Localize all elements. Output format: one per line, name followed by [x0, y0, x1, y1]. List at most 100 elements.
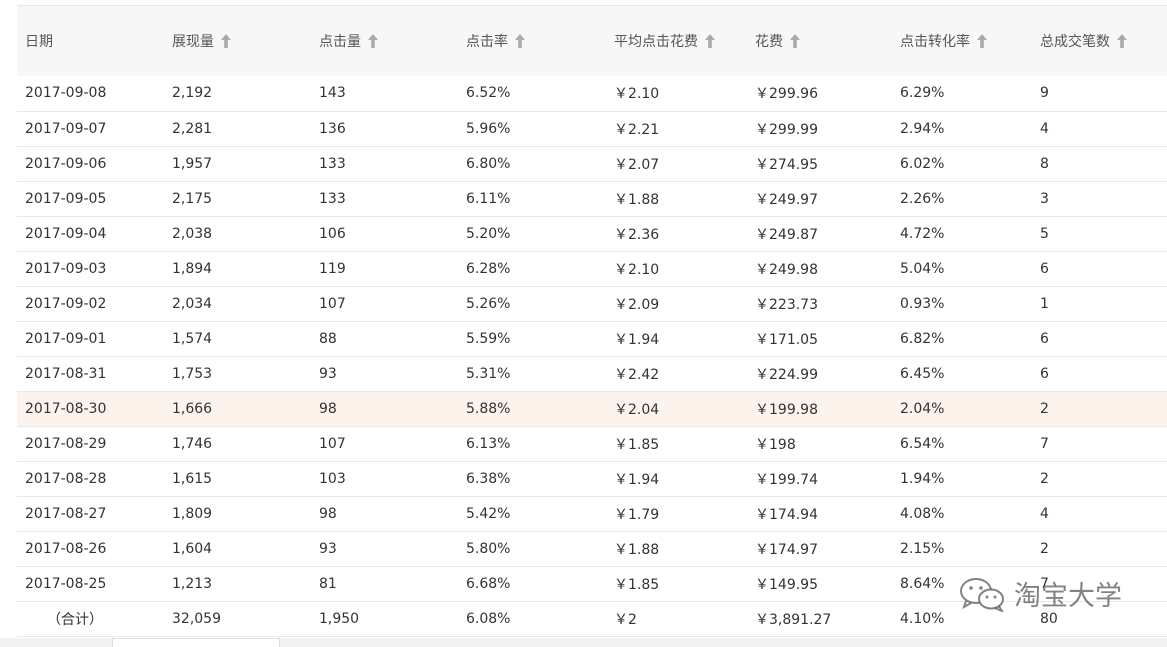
table-cell: 2017-09-06	[25, 155, 107, 172]
table-cell: 6.54%	[900, 435, 945, 452]
table-cell: 1,809	[172, 505, 213, 522]
total-cell: （合计）	[47, 611, 103, 628]
column-header-4[interactable]: 平均点击花费	[606, 6, 747, 76]
table-cell: 6.13%	[466, 435, 511, 452]
table-cell: ￥299.96	[755, 86, 818, 103]
sort-arrow-up-icon[interactable]	[221, 33, 231, 52]
table-cell: ￥299.99	[755, 121, 818, 138]
table-cell: ￥1.85	[614, 436, 660, 453]
table-cell: ￥2.07	[614, 156, 660, 173]
table-cell: ￥1.85	[614, 576, 660, 593]
table-cell: ￥249.97	[755, 191, 818, 208]
table-row: 2017-09-02 2,034 107 5.26% ￥2.09 ￥223.73 0.93%…	[17, 286, 1167, 321]
table-cell: 5.20%	[466, 225, 511, 242]
table-row: 2017-08-31 1,753 93 5.31% ￥2.42 ￥224.99 6.45% 6	[17, 356, 1167, 391]
table-cell: 5.80%	[466, 540, 511, 557]
table-row: 2017-08-28 1,615 103 6.38% ￥1.94 ￥199.74 1.94%…	[17, 461, 1167, 496]
table-cell: 5.96%	[466, 120, 511, 137]
table-cell: 88	[319, 330, 337, 347]
bottom-input-box[interactable]	[112, 638, 280, 647]
column-header-2[interactable]: 点击量	[311, 6, 458, 76]
table-row: 2017-09-07 2,281 136 5.96% ￥2.21 ￥299.99 2.94%…	[17, 111, 1167, 146]
table-cell: 2017-09-04	[25, 225, 107, 242]
table-cell: 5.31%	[466, 365, 511, 382]
total-cell: ￥3,891.27	[755, 611, 832, 628]
table-cell: 5.59%	[466, 330, 511, 347]
table-cell: ￥1.79	[614, 506, 660, 523]
table-cell: ￥174.94	[755, 506, 818, 523]
total-cell: 32,059	[172, 610, 221, 627]
report-table: 日期 展现量 点击量 点击率 平均点击花费 花费 点击转化率 总成交笔数 2017-09-08…	[17, 6, 1167, 637]
table-cell: 5.04%	[900, 260, 945, 277]
table-cell: 93	[319, 365, 337, 382]
table-cell: 2017-09-03	[25, 260, 107, 277]
table-cell: 6.52%	[466, 85, 511, 102]
table-row: 2017-09-08 2,192 143 6.52% ￥2.10 ￥299.96 6.29%…	[17, 76, 1167, 111]
table-cell: 2.04%	[900, 400, 945, 417]
sort-arrow-up-icon[interactable]	[790, 33, 800, 52]
table-row: 2017-08-30 1,666 98 5.88% ￥2.04 ￥199.98 2.04% 2	[17, 391, 1167, 426]
table-cell: ￥1.94	[614, 331, 660, 348]
table-cell: 98	[319, 505, 337, 522]
table-cell: 7	[1040, 435, 1049, 452]
table-cell: 143	[319, 85, 346, 102]
column-header-label: 日期	[25, 34, 53, 50]
table-cell: 2017-08-31	[25, 365, 107, 382]
table-cell: ￥2.36	[614, 226, 660, 243]
table-cell: ￥171.05	[755, 331, 818, 348]
table-cell: 133	[319, 155, 346, 172]
table-cell: 1,753	[172, 365, 213, 382]
table-cell: 136	[319, 120, 346, 137]
table-cell: 1,666	[172, 400, 213, 417]
table-cell: 2017-08-26	[25, 540, 107, 557]
table-cell: 107	[319, 295, 346, 312]
column-header-7[interactable]: 总成交笔数	[1032, 6, 1167, 76]
table-cell: 1,746	[172, 435, 213, 452]
table-cell: 4	[1040, 505, 1049, 522]
column-header-3[interactable]: 点击率	[458, 6, 606, 76]
table-row: 2017-09-05 2,175 133 6.11% ￥1.88 ￥249.97 2.26%…	[17, 181, 1167, 216]
sort-arrow-up-icon[interactable]	[515, 33, 525, 52]
table-cell: 4	[1040, 120, 1049, 137]
table-cell: 2017-08-25	[25, 575, 107, 592]
table-cell: 107	[319, 435, 346, 452]
table-cell: 6	[1040, 330, 1049, 347]
table-cell: 1,615	[172, 470, 213, 487]
column-header-5[interactable]: 花费	[747, 6, 892, 76]
table-row: 2017-09-03 1,894 119 6.28% ￥2.10 ￥249.98 5.04%…	[17, 251, 1167, 286]
table-cell: 5	[1040, 225, 1049, 242]
column-header-0: 日期	[17, 6, 164, 76]
table-cell: ￥2.10	[614, 261, 660, 278]
table-row: 2017-09-04 2,038 106 5.20% ￥2.36 ￥249.87 4.72%…	[17, 216, 1167, 251]
column-header-6[interactable]: 点击转化率	[892, 6, 1032, 76]
table-cell: 6	[1040, 365, 1049, 382]
column-header-label: 点击转化率	[900, 33, 970, 50]
table-cell: 2.26%	[900, 190, 945, 207]
table-header-row: 日期 展现量 点击量 点击率 平均点击花费 花费 点击转化率 总成交笔数	[17, 6, 1167, 76]
table-cell: 2.94%	[900, 120, 945, 137]
table-cell: 8	[1040, 155, 1049, 172]
sort-arrow-up-icon[interactable]	[368, 33, 378, 52]
table-cell: 6.80%	[466, 155, 511, 172]
column-header-label: 花费	[755, 33, 783, 50]
table-cell: 6	[1040, 260, 1049, 277]
table-cell: 2,281	[172, 120, 213, 137]
total-cell: 6.08%	[466, 610, 511, 627]
table-cell: 1,574	[172, 330, 213, 347]
table-cell: 6.68%	[466, 575, 511, 592]
table-cell: 2017-08-29	[25, 435, 107, 452]
table-cell: 2,192	[172, 85, 213, 102]
table-cell: 2	[1040, 540, 1049, 557]
table-cell: 106	[319, 225, 346, 242]
table-cell: 3	[1040, 190, 1049, 207]
table-body: 2017-09-08 2,192 143 6.52% ￥2.10 ￥299.96 6.29%…	[17, 76, 1167, 636]
table-cell: 2017-09-01	[25, 330, 107, 347]
table-cell: ￥199.98	[755, 401, 818, 418]
table-cell: 6.29%	[900, 85, 945, 102]
sort-arrow-up-icon[interactable]	[977, 33, 987, 52]
sort-arrow-up-icon[interactable]	[705, 33, 715, 52]
column-header-1[interactable]: 展现量	[164, 6, 311, 76]
table-cell: ￥249.87	[755, 226, 818, 243]
table-cell: ￥2.09	[614, 296, 660, 313]
sort-arrow-up-icon[interactable]	[1117, 33, 1127, 52]
